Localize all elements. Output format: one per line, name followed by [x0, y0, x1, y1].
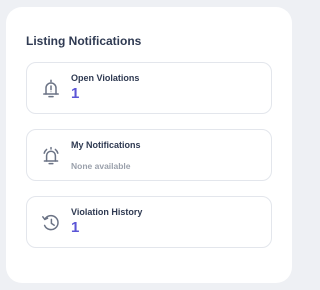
my-notifications-status: None available	[71, 161, 131, 171]
bell-alert-icon	[39, 77, 63, 101]
violation-history-count: 1	[71, 219, 80, 236]
history-icon	[39, 211, 63, 235]
open-violations-card[interactable]: Open Violations 1	[26, 62, 272, 114]
bell-ringing-icon	[39, 144, 63, 168]
my-notifications-label: My Notifications	[71, 140, 141, 150]
open-violations-count: 1	[71, 85, 80, 102]
violation-history-label: Violation History	[71, 207, 143, 217]
my-notifications-card[interactable]: My Notifications None available	[26, 129, 272, 181]
open-violations-label: Open Violations	[71, 73, 140, 83]
listing-notifications-panel: Listing Notifications Open Violations 1	[6, 7, 292, 283]
panel-title: Listing Notifications	[26, 34, 142, 48]
violation-history-card[interactable]: Violation History 1	[26, 196, 272, 248]
